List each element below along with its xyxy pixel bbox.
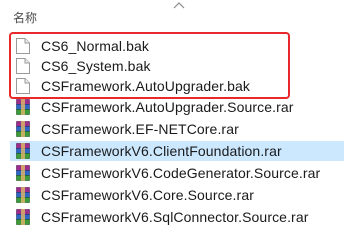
sort-ascending-icon[interactable] [173,1,185,9]
file-name: CSFramework.AutoUpgrader.bak [41,78,250,94]
document-file-icon [16,78,30,94]
file-name: CSFramework.EF-NETCore.rar [41,121,239,137]
winrar-archive-icon [16,209,30,225]
winrar-archive-icon [16,187,30,203]
file-row[interactable]: CSFramework.AutoUpgrader.Source.rar [10,97,344,117]
winrar-archive-icon [16,165,30,181]
file-row[interactable]: CSFrameworkV6.SqlConnector.Source.rar [10,207,344,227]
file-name: CSFrameworkV6.SqlConnector.Source.rar [41,209,309,225]
file-name: CS6_System.bak [41,58,151,74]
winrar-archive-icon [16,99,30,115]
file-name: CSFrameworkV6.Core.Source.rar [41,187,254,203]
document-file-icon [16,58,30,74]
winrar-archive-icon [16,143,30,159]
file-row[interactable]: CSFramework.EF-NETCore.rar [10,119,344,139]
name-column-header[interactable]: 名称 [13,9,37,26]
file-name: CSFramework.AutoUpgrader.Source.rar [41,99,294,115]
document-file-icon [16,38,30,54]
file-name: CS6_Normal.bak [41,38,149,54]
file-row[interactable]: CS6_Normal.bak [10,36,344,56]
file-list-header: 名称 [0,0,344,30]
file-row[interactable]: CSFrameworkV6.Core.Source.rar [10,185,344,205]
file-row[interactable]: CSFramework.AutoUpgrader.bak [10,76,344,96]
file-row[interactable]: CS6_System.bak [10,56,344,76]
winrar-archive-icon [16,121,30,137]
file-row[interactable]: CSFrameworkV6.CodeGenerator.Source.rar [10,163,344,183]
file-name: CSFrameworkV6.ClientFoundation.rar [41,143,282,159]
file-name: CSFrameworkV6.CodeGenerator.Source.rar [41,165,321,181]
file-row-selected[interactable]: CSFrameworkV6.ClientFoundation.rar [10,141,344,161]
